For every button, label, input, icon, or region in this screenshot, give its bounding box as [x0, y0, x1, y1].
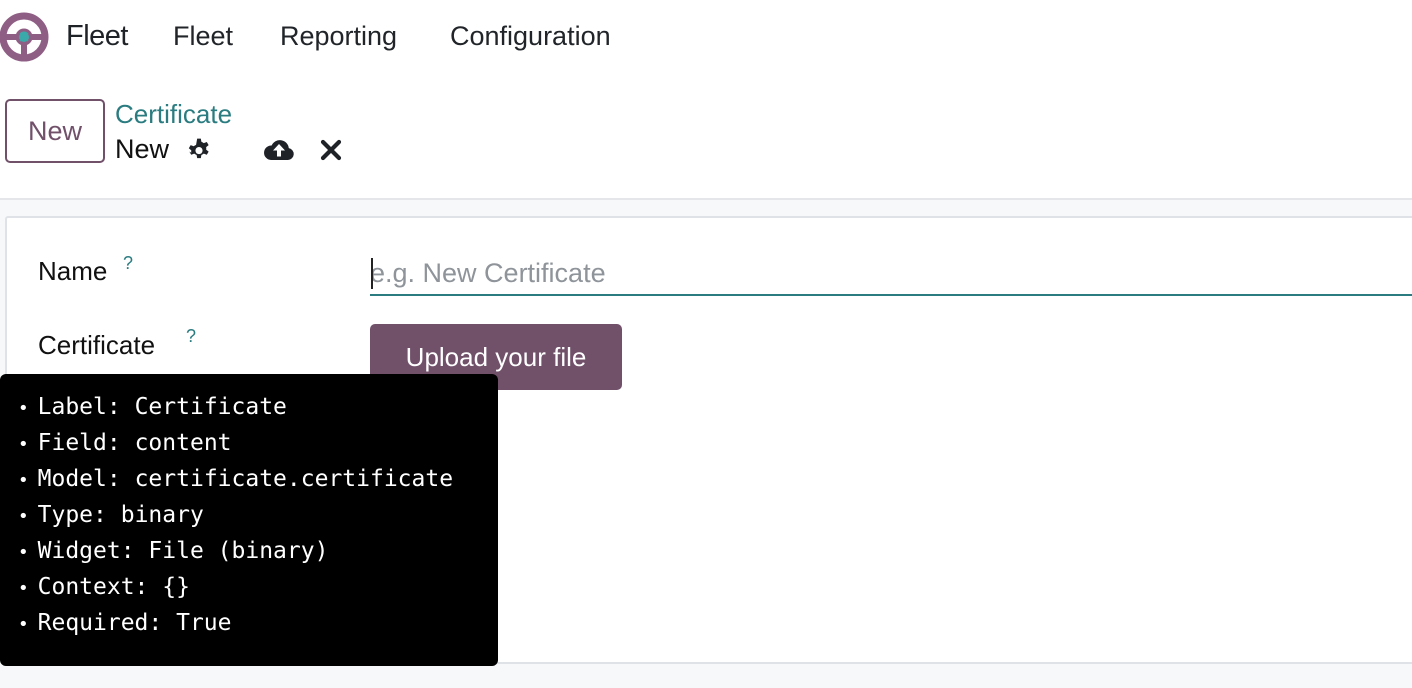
tooltip-key: Model:: [37, 466, 121, 492]
tooltip-key: Label:: [37, 394, 121, 420]
tooltip-item-required: Required: True: [18, 608, 498, 644]
cloud-upload-icon[interactable]: [263, 136, 295, 162]
tooltip-item-context: Context: {}: [18, 572, 498, 608]
tooltip-item-field: Field: content: [18, 428, 498, 464]
tooltip-key: Context:: [37, 574, 149, 600]
tooltip-value: Certificate: [134, 394, 287, 420]
tooltip-item-model: Model: certificate.certificate: [18, 464, 498, 500]
top-navbar: Fleet Fleet Reporting Configuration: [0, 0, 1412, 74]
tooltip-item-widget: Widget: File (binary): [18, 536, 498, 572]
gear-icon[interactable]: [186, 137, 212, 163]
tooltip-key: Required:: [37, 610, 163, 636]
tooltip-value: True: [176, 610, 232, 636]
tooltip-value: content: [134, 430, 232, 456]
new-button[interactable]: New: [5, 99, 105, 163]
name-input[interactable]: [370, 252, 1412, 296]
tooltip-value: {}: [162, 574, 190, 600]
close-icon[interactable]: [320, 139, 342, 161]
tooltip-key: Type:: [37, 502, 107, 528]
text-caret: [371, 258, 373, 289]
record-name: New: [115, 134, 170, 164]
name-help-tooltip[interactable]: ?: [123, 253, 133, 274]
menu-item-configuration[interactable]: Configuration: [450, 21, 611, 52]
menu-item-fleet[interactable]: Fleet: [173, 21, 233, 52]
tooltip-list: Label: Certificate Field: content Model:…: [0, 374, 498, 644]
breadcrumb-certificate[interactable]: Certificate: [115, 99, 232, 130]
tooltip-key: Field:: [37, 430, 121, 456]
tooltip-value: binary: [120, 502, 204, 528]
tooltip-value: certificate.certificate: [134, 466, 454, 492]
certificate-label: Certificate: [38, 330, 156, 360]
tooltip-key: Widget:: [37, 538, 135, 564]
certificate-help-tooltip[interactable]: ?: [186, 326, 196, 347]
fleet-logo-icon[interactable]: [0, 11, 52, 63]
name-label: Name: [38, 256, 108, 286]
menu-item-reporting[interactable]: Reporting: [280, 21, 397, 52]
tooltip-item-type: Type: binary: [18, 500, 498, 536]
app-name[interactable]: Fleet: [66, 20, 128, 53]
field-info-tooltip: Label: Certificate Field: content Model:…: [0, 374, 498, 666]
tooltip-item-label: Label: Certificate: [18, 392, 498, 428]
tooltip-value: File (binary): [148, 538, 329, 564]
